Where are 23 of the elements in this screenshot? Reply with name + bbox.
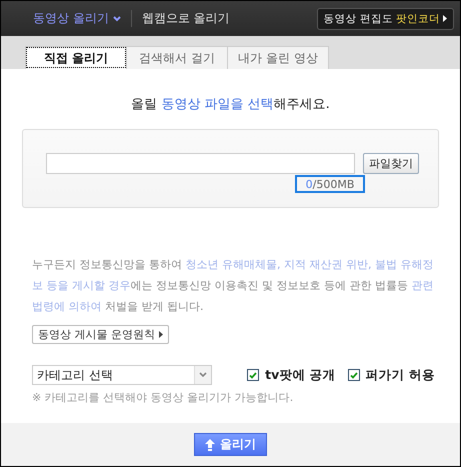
tab[interactable]: 직접 올리기	[25, 46, 127, 69]
chevron-down-icon	[112, 16, 121, 22]
menu-tab[interactable]: 웹캠으로 올리기	[130, 10, 240, 27]
triangle-right-icon	[443, 15, 447, 22]
checkbox-label: tv팟에 공개	[265, 366, 336, 384]
chevron-down-icon	[199, 372, 207, 378]
arrow-up-icon	[205, 438, 215, 450]
checkbox[interactable]	[348, 369, 360, 381]
category-note: ※ 카테고리를 선택해야 동영상 올리기가 가능합니다.	[32, 390, 294, 405]
size-counter: 0/500MB	[295, 175, 365, 193]
checkbox[interactable]	[247, 369, 260, 381]
policy-button[interactable]: 동영상 게시물 운영원칙	[32, 325, 169, 344]
category-select[interactable]: 카테고리 선택	[32, 365, 212, 385]
tab[interactable]: 검색해서 걸기	[126, 46, 228, 69]
file-path-field[interactable]	[46, 153, 355, 174]
instruction-text: 올릴 동영상 파일을 선택해주세요.	[130, 96, 331, 113]
triangle-right-icon	[159, 331, 163, 338]
legal-notice: 누구든지 정보통신망을 통하여 청소년 유해매체물, 지적 재산권 위반, 불법 유해정보 등을 게시할 경우에는 정보통신망 이용촉진 및 정보보호 등에 관한 법률등 관련 법령에 의하여 처벌을 받게 됩니다.	[32, 257, 434, 315]
promo-button[interactable]: 동영상 편집도 팟인코더	[316, 8, 454, 30]
checkbox-label: 퍼가기 허용	[366, 366, 435, 384]
menu-tab[interactable]: 동영상 올리기	[23, 10, 131, 27]
browse-button[interactable]: 파일찾기	[363, 153, 419, 174]
tab[interactable]: 내가 올린 영상	[227, 46, 329, 69]
